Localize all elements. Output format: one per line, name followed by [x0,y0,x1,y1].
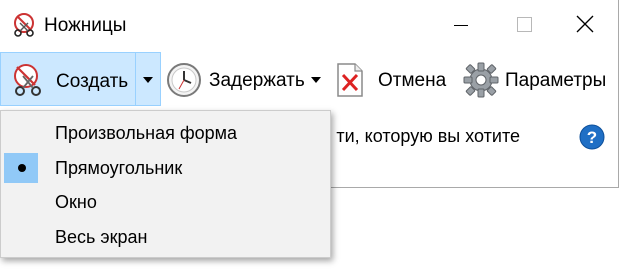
maximize-button[interactable] [492,0,554,50]
delay-button[interactable]: Задержать [166,52,330,108]
chevron-down-icon [311,77,321,83]
snipping-tool-icon [12,12,38,38]
cancel-label: Отмена [378,70,447,91]
cancel-icon [336,63,364,102]
clock-icon [166,62,202,103]
snipping-tool-window: Ножницы Создать Задержать Отмена Парамет… [0,0,624,273]
help-icon[interactable]: ? [579,124,605,150]
chevron-down-icon [143,77,153,83]
menu-item-window[interactable]: Окно [1,185,330,219]
new-snip-button[interactable]: Создать [0,52,136,106]
options-label: Параметры [505,70,607,91]
menu-item-label: Окно [55,192,97,212]
new-snip-label: Создать [56,71,129,92]
options-button[interactable]: Параметры [463,52,615,108]
minimize-icon [454,25,468,26]
title-bar[interactable]: Ножницы [0,0,618,50]
close-icon [576,15,594,33]
window-title: Ножницы [44,15,127,36]
maximize-icon [517,17,532,32]
menu-item-full-screen[interactable]: Весь экран [1,220,330,254]
close-button[interactable] [554,0,616,50]
menu-item-rectangle[interactable]: Прямоугольник [1,151,330,185]
gear-icon [463,62,499,103]
delay-label: Задержать [209,70,305,91]
toolbar: Создать Задержать Отмена Параметры [0,52,618,108]
bullet-icon [18,164,26,172]
menu-item-label: Произвольная форма [55,123,238,143]
menu-item-label: Прямоугольник [55,158,183,178]
snip-mode-menu: Произвольная форма Прямоугольник Окно Ве… [0,110,331,258]
svg-text:?: ? [587,128,597,147]
cancel-button[interactable]: Отмена [336,52,452,108]
scissors-icon [11,63,47,102]
menu-item-label: Весь экран [55,227,148,247]
new-snip-mode-dropdown[interactable] [136,52,161,106]
minimize-button[interactable] [430,0,492,50]
menu-item-free-form[interactable]: Произвольная форма [1,116,330,150]
